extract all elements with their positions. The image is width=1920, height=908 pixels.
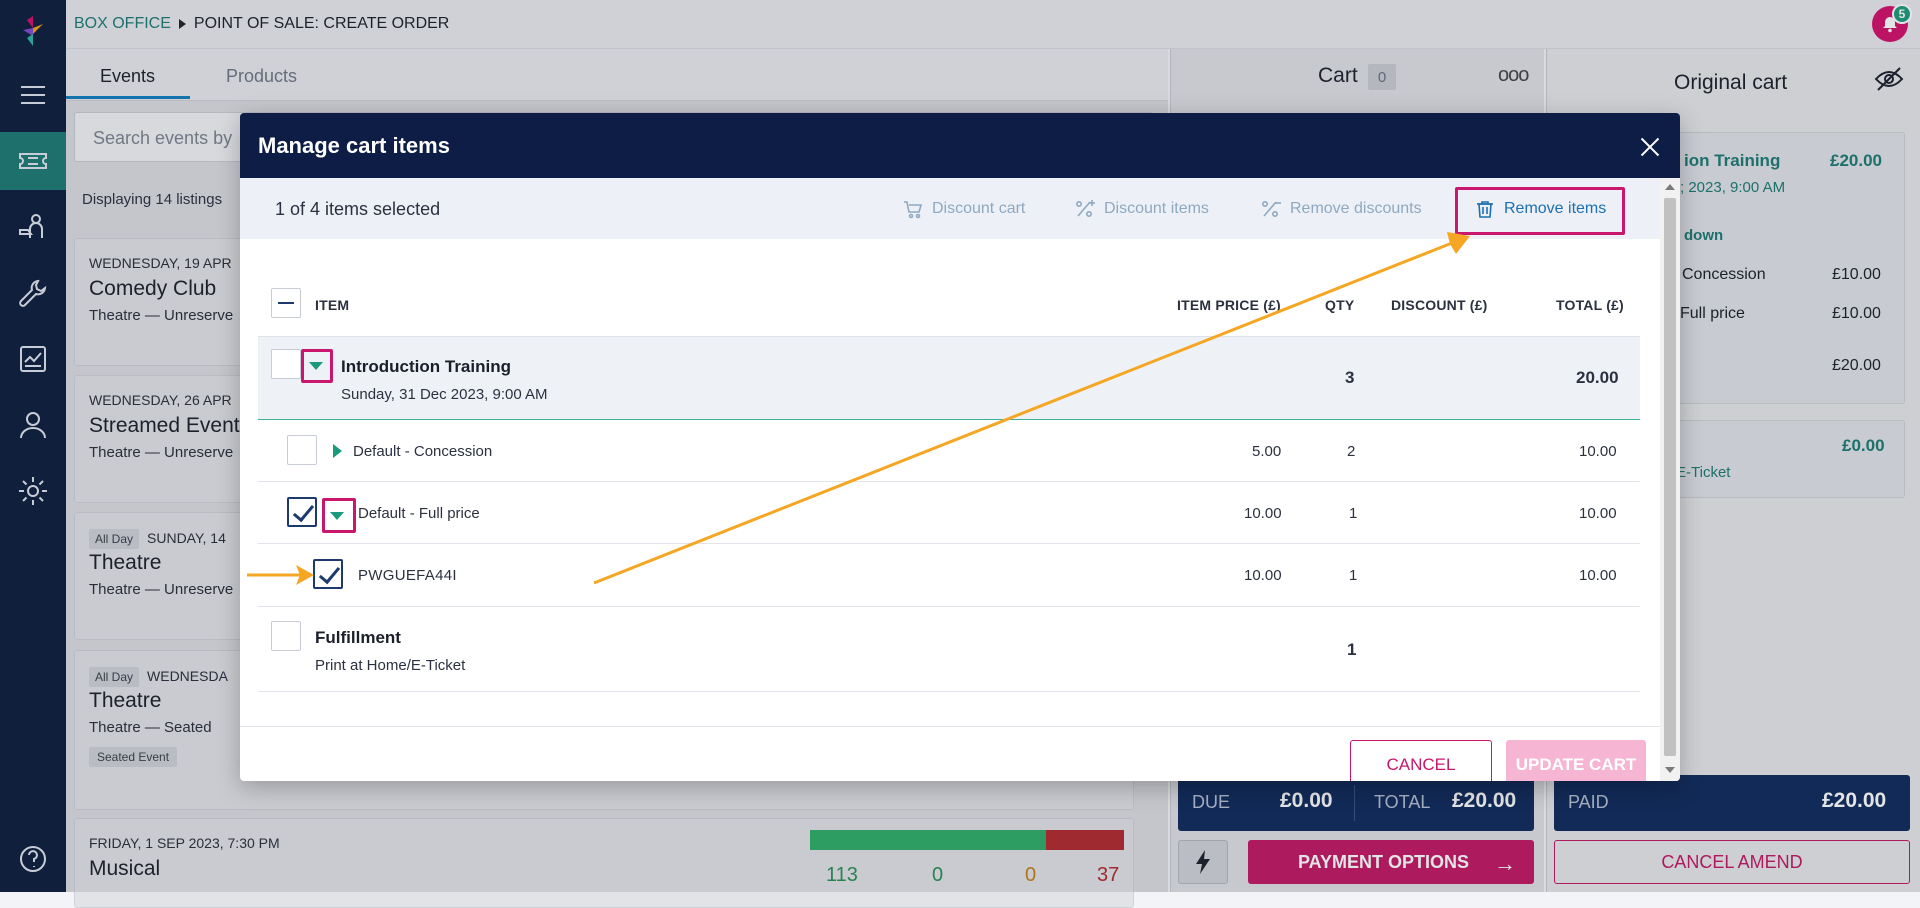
discount-items-button[interactable]: Discount items (1074, 198, 1209, 220)
scroll-down-icon[interactable] (1665, 767, 1675, 773)
item-name: Default - Concession (353, 443, 493, 460)
item-qty: 1 (1349, 505, 1358, 522)
row-divider (258, 691, 1640, 692)
column-header-discount: DISCOUNT (£) (1391, 297, 1488, 313)
ticket-code: PWGUEFA44I (358, 567, 457, 584)
percent-plus-icon (1075, 200, 1095, 218)
modal-footer-divider (240, 726, 1660, 727)
modal-header: Manage cart items (240, 113, 1680, 178)
table-row (258, 336, 1640, 420)
item-date: Sunday, 31 Dec 2023, 9:00 AM (341, 386, 548, 403)
column-header-item-price: ITEM PRICE (£) (1177, 297, 1281, 313)
row-checkbox[interactable] (287, 497, 317, 527)
scroll-up-icon[interactable] (1665, 184, 1675, 190)
row-divider (258, 481, 1640, 482)
discount-cart-label: Discount cart (932, 200, 1026, 217)
select-all-checkbox[interactable] (271, 288, 301, 318)
item-name: Default - Full price (358, 505, 480, 522)
modal-toolbar: 1 of 4 items selected Discount cart Disc… (240, 178, 1660, 239)
item-price: 10.00 (1244, 505, 1282, 522)
remove-discounts-button[interactable]: Remove discounts (1260, 198, 1422, 220)
remove-items-highlight (1455, 187, 1625, 235)
row-checkbox[interactable] (287, 435, 317, 465)
update-cart-button[interactable]: UPDATE CART (1506, 740, 1646, 781)
caret-highlight (322, 498, 356, 533)
item-price: 5.00 (1252, 443, 1282, 460)
item-total: 10.00 (1579, 567, 1617, 584)
row-divider (258, 606, 1640, 607)
cart-discount-icon (904, 201, 923, 219)
fulfillment-method: Print at Home/E-Ticket (315, 657, 466, 674)
item-qty: 3 (1345, 368, 1355, 387)
fulfillment-name: Fulfillment (315, 628, 401, 647)
ticket-checkbox[interactable] (313, 559, 343, 589)
item-total: 10.00 (1579, 505, 1617, 522)
manage-cart-items-modal: Manage cart items 1 of 4 items selected … (240, 113, 1680, 781)
discount-cart-button[interactable]: Discount cart (902, 198, 1025, 220)
column-header-total: TOTAL (£) (1556, 297, 1624, 313)
item-name: Introduction Training (341, 357, 511, 376)
fulfillment-qty: 1 (1347, 640, 1357, 659)
item-total: 20.00 (1576, 368, 1619, 387)
selection-count: 1 of 4 items selected (275, 199, 441, 219)
row-divider (258, 543, 1640, 544)
discount-items-label: Discount items (1104, 200, 1209, 217)
item-price: 10.00 (1244, 567, 1282, 584)
update-cart-label: UPDATE CART (1515, 755, 1637, 774)
cancel-label: CANCEL (1386, 755, 1456, 774)
item-qty: 1 (1349, 567, 1358, 584)
modal-title: Manage cart items (258, 133, 450, 158)
expand-caret-icon[interactable] (333, 444, 342, 458)
item-total: 10.00 (1579, 443, 1617, 460)
row-checkbox[interactable] (271, 349, 301, 379)
cancel-button[interactable]: CANCEL (1350, 740, 1492, 781)
item-qty: 2 (1347, 443, 1356, 460)
close-icon[interactable] (1640, 137, 1660, 157)
column-header-qty: QTY (1325, 297, 1355, 313)
percent-minus-icon (1261, 200, 1281, 218)
scroll-thumb[interactable] (1664, 198, 1676, 756)
modal-scrollbar[interactable] (1660, 178, 1680, 781)
row-checkbox[interactable] (271, 621, 301, 651)
column-header-item: ITEM (315, 297, 350, 313)
remove-discounts-label: Remove discounts (1290, 200, 1422, 217)
caret-highlight (301, 349, 333, 383)
